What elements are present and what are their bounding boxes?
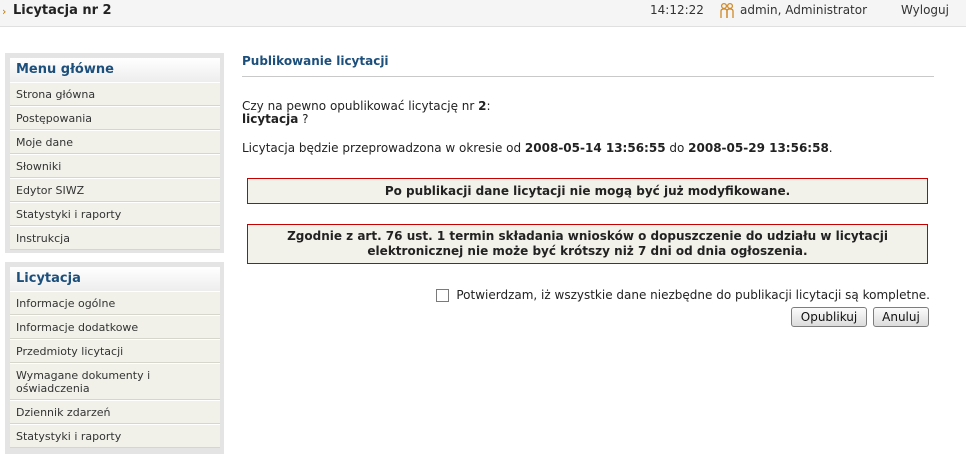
user-name: admin, Administrator bbox=[740, 3, 868, 17]
menu-item-dictionaries[interactable]: Słowniki bbox=[10, 154, 220, 178]
menu-item-instructions[interactable]: Instrukcja bbox=[10, 226, 220, 250]
question-prefix: Czy na pewno opublikować licytację nr bbox=[242, 99, 479, 113]
question-mark: ? bbox=[298, 112, 309, 126]
date-to: 2008-05-29 13:56:58 bbox=[688, 141, 829, 155]
auction-name: licytacja bbox=[242, 112, 299, 126]
main-menu: Menu główne Strona główna Postępowania M… bbox=[5, 53, 224, 253]
menu-item-additional-info[interactable]: Informacje dodatkowe bbox=[10, 315, 220, 339]
auction-name-line: licytacja ? bbox=[242, 112, 309, 126]
main-menu-title: Menu główne bbox=[10, 58, 220, 82]
menu-item-auction-statistics[interactable]: Statystyki i raporty bbox=[10, 424, 220, 448]
period-end: . bbox=[828, 141, 833, 155]
menu-item-event-log[interactable]: Dziennik zdarzeń bbox=[10, 400, 220, 424]
period-mid: do bbox=[665, 141, 689, 155]
menu-item-required-documents[interactable]: Wymagane dokumenty i oświadczenia bbox=[10, 363, 220, 400]
menu-item-my-data[interactable]: Moje dane bbox=[10, 130, 220, 154]
publish-button[interactable]: Opublikuj bbox=[791, 307, 867, 327]
auction-menu-title: Licytacja bbox=[10, 267, 220, 291]
menu-item-siwz-editor[interactable]: Edytor SIWZ bbox=[10, 178, 220, 202]
period-prefix: Licytacja będzie przeprowadzona w okresi… bbox=[242, 141, 525, 155]
logout-link[interactable]: Wyloguj bbox=[901, 3, 949, 17]
menu-item-general-info[interactable]: Informacje ogólne bbox=[10, 291, 220, 315]
section-heading: Publikowanie licytacji bbox=[242, 54, 934, 77]
title-arrow-icon: › bbox=[2, 5, 7, 18]
warning-text-modification: Po publikacji dane licytacji nie mogą by… bbox=[384, 184, 791, 198]
auction-menu: Licytacja Informacje ogólne Informacje d… bbox=[5, 262, 224, 454]
cancel-button[interactable]: Anuluj bbox=[873, 307, 929, 327]
top-bar: › Licytacja nr 2 14:12:22 admin, Adminis… bbox=[0, 0, 966, 27]
confirm-checkbox[interactable] bbox=[436, 288, 450, 302]
menu-item-auction-items[interactable]: Przedmioty licytacji bbox=[10, 339, 220, 363]
warning-box-deadline: Zgodnie z art. 76 ust. 1 termin składani… bbox=[247, 224, 928, 264]
confirm-row: Potwierdzam, iż wszystkie dane niezbędne… bbox=[436, 288, 930, 302]
warning-text-deadline-line1: Zgodnie z art. 76 ust. 1 termin składani… bbox=[287, 229, 888, 243]
users-icon bbox=[720, 2, 734, 18]
menu-item-statistics[interactable]: Statystyki i raporty bbox=[10, 202, 220, 226]
confirm-label: Potwierdzam, iż wszystkie dane niezbędne… bbox=[456, 288, 930, 302]
clock: 14:12:22 bbox=[650, 3, 704, 17]
page-title: Licytacja nr 2 bbox=[13, 3, 112, 18]
date-from: 2008-05-14 13:56:55 bbox=[524, 141, 666, 155]
warning-text-deadline-line2: elektronicznej nie może być krótszy niż … bbox=[367, 244, 808, 258]
auction-number: 2 bbox=[478, 99, 487, 113]
menu-item-home[interactable]: Strona główna bbox=[10, 82, 220, 106]
publish-question: Czy na pewno opublikować licytację nr 2: bbox=[242, 99, 491, 113]
question-colon: : bbox=[486, 99, 491, 113]
main-content: Publikowanie licytacji bbox=[242, 54, 934, 77]
warning-box-modification: Po publikacji dane licytacji nie mogą by… bbox=[247, 178, 928, 204]
menu-item-proceedings[interactable]: Postępowania bbox=[10, 106, 220, 130]
auction-period: Licytacja będzie przeprowadzona w okresi… bbox=[242, 141, 833, 155]
